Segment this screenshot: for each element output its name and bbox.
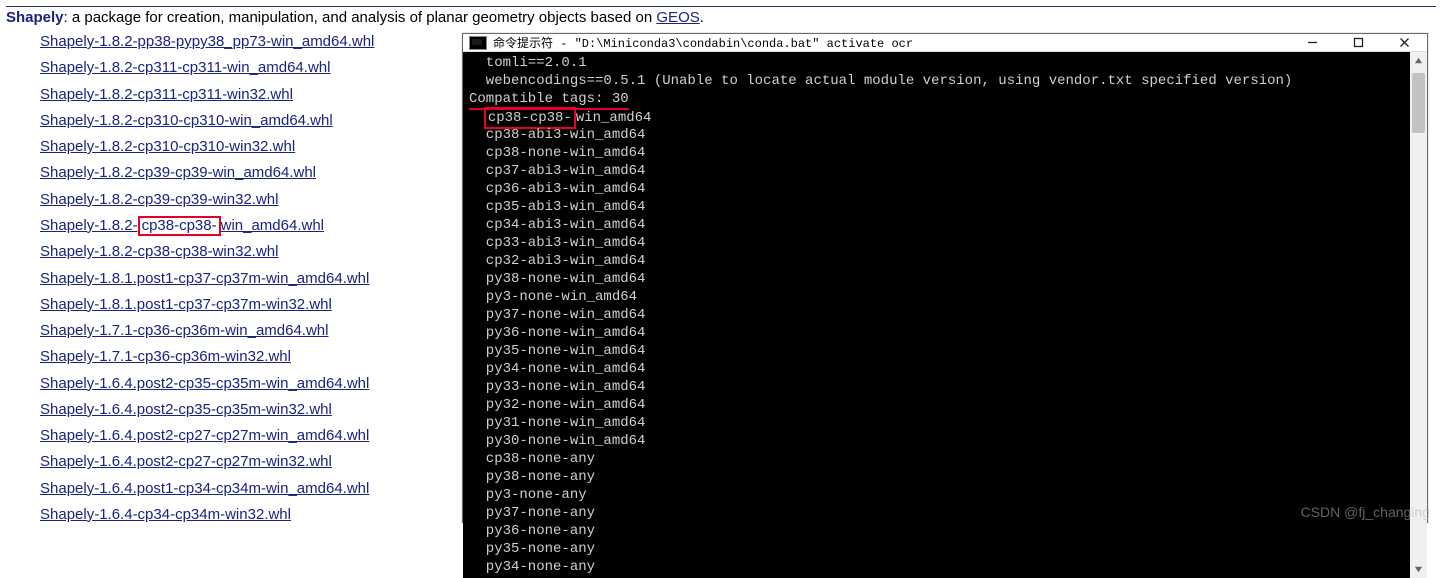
- cmd-window: 命令提示符 - "D:\Miniconda3\condabin\conda.ba…: [462, 33, 1428, 523]
- file-link[interactable]: Shapely-1.8.1.post1-cp37-cp37m-win_amd64…: [40, 270, 369, 287]
- cmd-scrollbar[interactable]: [1410, 52, 1427, 578]
- file-link[interactable]: Shapely-1.6.4.post1-cp34-cp34m-win_amd64…: [40, 480, 369, 497]
- file-link[interactable]: Shapely-1.7.1-cp36-cp36m-win_amd64.whl: [40, 322, 329, 339]
- file-link[interactable]: Shapely-1.8.2-cp310-cp310-win_amd64.whl: [40, 112, 333, 129]
- minimize-button[interactable]: [1289, 34, 1335, 51]
- file-link[interactable]: Shapely-1.7.1-cp36-cp36m-win32.whl: [40, 348, 291, 365]
- console-line: py34-none-any: [469, 558, 1406, 576]
- console-line: cp36-abi3-win_amd64: [469, 180, 1406, 198]
- geos-link[interactable]: GEOS: [656, 9, 699, 26]
- console-line: cp38-none-any: [469, 450, 1406, 468]
- file-link[interactable]: Shapely-1.6.4.post2-cp27-cp27m-win32.whl: [40, 453, 332, 470]
- console-line: py38-none-any: [469, 468, 1406, 486]
- console-line: cp37-abi3-win_amd64: [469, 162, 1406, 180]
- console-line: cp38-abi3-win_amd64: [469, 126, 1406, 144]
- console-line: py33-none-win_amd64: [469, 378, 1406, 396]
- highlight-tag: cp38-cp38-: [138, 216, 221, 237]
- file-link[interactable]: Shapely-1.8.2-pp38-pypy38_pp73-win_amd64…: [40, 33, 374, 50]
- intro-line: Shapely: a package for creation, manipul…: [6, 9, 1436, 26]
- console-line: cp38-none-win_amd64: [469, 144, 1406, 162]
- file-link[interactable]: Shapely-1.6.4.post2-cp35-cp35m-win32.whl: [40, 401, 332, 418]
- console-line: py32-none-win_amd64: [469, 396, 1406, 414]
- file-link[interactable]: Shapely-1.8.2-cp311-cp311-win32.whl: [40, 86, 293, 103]
- console-line: py35-none-any: [469, 540, 1406, 558]
- console-line: py34-none-win_amd64: [469, 360, 1406, 378]
- cmd-title: 命令提示符 - "D:\Miniconda3\condabin\conda.ba…: [493, 34, 1289, 51]
- console-line: cp38-cp38-win_amd64: [469, 108, 1406, 126]
- console-line: Compatible tags: 30: [469, 90, 1406, 108]
- file-link[interactable]: Shapely-1.8.2-cp39-cp39-win32.whl: [40, 191, 278, 208]
- console-line: py37-none-any: [469, 504, 1406, 522]
- console-line: py35-none-win_amd64: [469, 342, 1406, 360]
- console-line: cp33-abi3-win_amd64: [469, 234, 1406, 252]
- cmd-console: tomli==2.0.1 webencodings==0.5.1 (Unable…: [463, 52, 1410, 578]
- console-line: py3-none-win_amd64: [469, 288, 1406, 306]
- file-link[interactable]: Shapely-1.8.2-cp38-cp38-win32.whl: [40, 243, 278, 260]
- file-link[interactable]: Shapely-1.8.2-cp311-cp311-win_amd64.whl: [40, 59, 330, 76]
- console-line: py30-none-win_amd64: [469, 432, 1406, 450]
- console-line: cp35-abi3-win_amd64: [469, 198, 1406, 216]
- package-name: Shapely: [6, 9, 64, 26]
- console-line: cp34-abi3-win_amd64: [469, 216, 1406, 234]
- cmd-titlebar: 命令提示符 - "D:\Miniconda3\condabin\conda.ba…: [463, 34, 1427, 52]
- file-link[interactable]: Shapely-1.8.2-cp310-cp310-win32.whl: [40, 138, 295, 155]
- scroll-thumb[interactable]: [1412, 73, 1425, 133]
- close-button[interactable]: [1381, 34, 1427, 51]
- cmd-icon: [469, 36, 487, 50]
- console-line: py36-none-win_amd64: [469, 324, 1406, 342]
- console-line: py37-none-win_amd64: [469, 306, 1406, 324]
- console-line: cp32-abi3-win_amd64: [469, 252, 1406, 270]
- scroll-up-icon[interactable]: [1410, 52, 1427, 69]
- file-link[interactable]: Shapely-1.6.4.post2-cp27-cp27m-win_amd64…: [40, 427, 369, 444]
- file-link[interactable]: Shapely-1.8.2-cp39-cp39-win_amd64.whl: [40, 164, 316, 181]
- maximize-button[interactable]: [1335, 34, 1381, 51]
- file-link[interactable]: Shapely-1.6.4-cp34-cp34m-win32.whl: [40, 506, 291, 523]
- file-link[interactable]: Shapely-1.8.2-cp38-cp38-win_amd64.whl: [40, 217, 324, 234]
- file-link[interactable]: Shapely-1.6.4.post2-cp35-cp35m-win_amd64…: [40, 375, 369, 392]
- console-line: py3-none-any: [469, 486, 1406, 504]
- scroll-track[interactable]: [1410, 69, 1427, 561]
- scroll-down-icon[interactable]: [1410, 561, 1427, 578]
- console-line: py38-none-win_amd64: [469, 270, 1406, 288]
- console-line: py31-none-win_amd64: [469, 414, 1406, 432]
- console-line: tomli==2.0.1: [469, 54, 1406, 72]
- console-line: py36-none-any: [469, 522, 1406, 540]
- console-line: webencodings==0.5.1 (Unable to locate ac…: [469, 72, 1406, 90]
- file-link[interactable]: Shapely-1.8.1.post1-cp37-cp37m-win32.whl: [40, 296, 332, 313]
